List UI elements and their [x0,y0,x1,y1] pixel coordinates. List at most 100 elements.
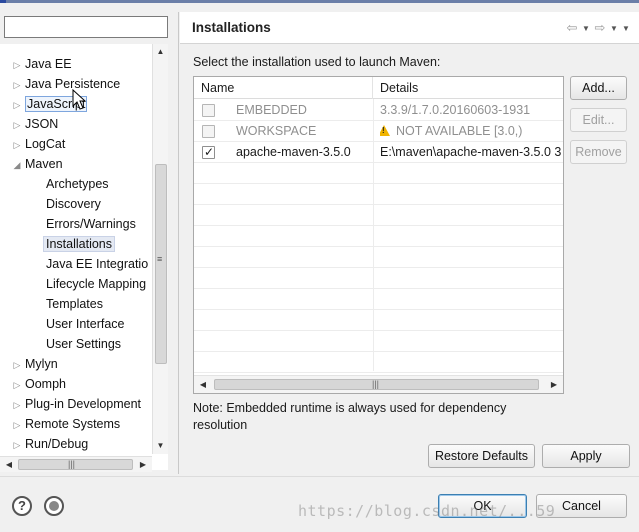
table-header: Name Details [194,77,563,99]
collapse-arrow-icon[interactable]: ▷ [11,75,23,95]
empty-table-row [194,289,563,310]
collapse-arrow-icon[interactable]: ▷ [11,95,23,115]
history-nav: ⇦ ▼ ⇨ ▼ ▼ [565,20,631,36]
empty-table-row [194,205,563,226]
tree-item-mylyn[interactable]: ▷ Mylyn [0,354,58,374]
installation-details: NOT AVAILABLE [3.0,) [380,121,563,142]
preference-page: Installations ⇦ ▼ ⇨ ▼ ▼ Select the insta… [180,12,639,474]
edit-button[interactable]: Edit... [570,108,627,132]
panel-splitter[interactable] [178,12,179,474]
tree-item-archetypes[interactable]: Archetypes [0,174,109,194]
tree-item-java-persistence[interactable]: ▷ Java Persistence [0,74,121,95]
record-icon[interactable] [44,496,64,516]
tree-item-label: Archetypes [46,177,109,191]
tree-item-run-debug[interactable]: ▷ Run/Debug [0,434,89,455]
tree-item-lifecycle-mapping[interactable]: Lifecycle Mapping [0,274,146,294]
tree-item-maven[interactable]: ◢ Maven [0,154,63,174]
installation-name: apache-maven-3.5.0 [236,145,351,159]
installation-checkbox[interactable]: ✓ [202,145,215,159]
tree-item-templates[interactable]: Templates [0,294,103,314]
tree-item-plug-in-development[interactable]: ▷ Plug-in Development [0,394,142,415]
scroll-right-icon[interactable]: ▶ [136,457,150,472]
column-header-name[interactable]: Name [194,77,373,99]
expand-arrow-icon[interactable]: ◢ [11,155,23,175]
table-row[interactable]: EMBEDDED 3.3.9/1.7.0.20160603-1931 [194,100,563,121]
collapse-arrow-icon[interactable]: ▷ [11,395,23,415]
collapse-arrow-icon[interactable]: ▷ [11,355,23,375]
remove-button[interactable]: Remove [570,140,627,164]
collapse-arrow-icon[interactable]: ▷ [11,135,23,155]
tree-item-label: Installations [43,236,116,252]
tree-item-logcat[interactable]: ▷ LogCat [0,134,66,155]
tree-item-label: Lifecycle Mapping [46,277,147,291]
tree-item-label: Maven [25,157,63,171]
table-horizontal-scrollbar[interactable]: ◀ ||| ▶ [194,375,563,393]
tree-item-user-settings[interactable]: User Settings [0,334,121,354]
tree-item-discovery[interactable]: Discovery [0,194,101,214]
back-dropdown-icon[interactable]: ▼ [581,24,591,33]
tree-item-label: User Interface [46,317,125,331]
empty-table-row [194,268,563,289]
scroll-right-icon[interactable]: ▶ [547,376,561,393]
empty-table-row [194,226,563,247]
help-icon[interactable]: ? [12,496,32,516]
note-label: Note: Embedded runtime is always used fo… [193,401,507,432]
tree-item-label: Oomph [25,377,66,391]
scroll-thumb[interactable]: ≡ [155,164,167,364]
view-menu-icon[interactable]: ▼ [621,24,631,33]
installations-table: Name Details EMBEDDED 3.3.9/1.7.0.2016060… [193,76,564,394]
tree-item-label: User Settings [46,337,122,351]
tree-item-label: Java EE [25,57,72,71]
tree-item-label: Run/Debug [25,437,89,451]
scroll-thumb[interactable] [18,459,133,470]
tree-item-oomph[interactable]: ▷ Oomph [0,374,66,394]
tree-item-json[interactable]: ▷ JSON [0,114,59,135]
grip-icon: ||| [372,379,380,389]
collapse-arrow-icon[interactable]: ▷ [11,115,23,135]
watermark: https://blog.csdn.net/...59 [298,502,556,520]
tree-horizontal-scrollbar[interactable]: ◀ ||| ▶ [0,456,152,472]
apply-button[interactable]: Apply [542,444,630,468]
tree-item-java-ee-integratio[interactable]: Java EE Integratio [0,254,148,274]
window-title-strip [0,0,639,3]
column-header-details[interactable]: Details [373,77,563,99]
collapse-arrow-icon[interactable]: ▷ [11,435,23,455]
tree-vertical-scrollbar[interactable]: ▲ ≡ ▼ [152,44,168,454]
collapse-arrow-icon[interactable]: ▷ [11,415,23,435]
scroll-up-icon[interactable]: ▲ [153,44,168,60]
empty-table-row [194,310,563,331]
page-header: Installations ⇦ ▼ ⇨ ▼ ▼ [180,12,639,44]
tree-item-installations[interactable]: Installations [0,234,116,254]
installation-name: EMBEDDED [236,103,307,117]
forward-dropdown-icon[interactable]: ▼ [609,24,619,33]
add-button[interactable]: Add... [570,76,627,100]
scroll-left-icon[interactable]: ◀ [2,457,16,472]
scroll-down-icon[interactable]: ▼ [153,438,168,454]
installation-checkbox[interactable] [202,125,215,138]
tree-item-label: Mylyn [25,357,58,371]
details-text: E:\maven\apache-maven-3.5.0 3 [380,145,562,159]
collapse-arrow-icon[interactable]: ▷ [11,55,23,75]
scroll-left-icon[interactable]: ◀ [196,376,210,393]
forward-arrow-icon[interactable]: ⇨ [593,20,607,36]
collapse-arrow-icon[interactable]: ▷ [11,375,23,395]
grip-icon: ||| [68,459,76,469]
tree-item-label: JSON [25,117,59,131]
title-accent [0,0,6,3]
tree-item-remote-systems[interactable]: ▷ Remote Systems [0,414,121,435]
back-arrow-icon[interactable]: ⇦ [565,20,579,36]
tree-item-errors-warnings[interactable]: Errors/Warnings [0,214,136,234]
tree-item-label: Discovery [46,197,101,211]
tree-item-label: Java EE Integratio [46,257,149,271]
table-row[interactable]: ✓ apache-maven-3.5.0 E:\maven\apache-maven… [194,142,563,163]
restore-defaults-button[interactable]: Restore Defaults [428,444,535,468]
filter-input[interactable] [4,16,168,38]
tree-item-label: Errors/Warnings [46,217,136,231]
installation-details: E:\maven\apache-maven-3.5.0 3 [380,142,563,163]
tree-item-java-ee[interactable]: ▷ Java EE [0,54,72,74]
installation-checkbox[interactable] [202,104,215,117]
tree-item-label: Plug-in Development [25,397,142,411]
tree-item-label: LogCat [25,137,66,151]
tree-item-user-interface[interactable]: User Interface [0,314,125,334]
table-row[interactable]: WORKSPACE NOT AVAILABLE [3.0,) [194,121,563,142]
